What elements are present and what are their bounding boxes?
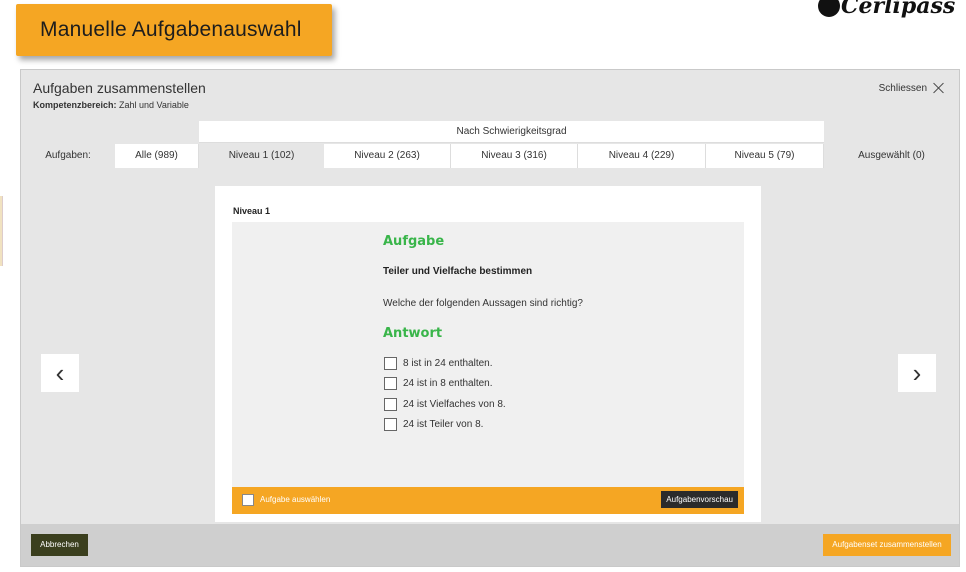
close-button[interactable]: Schliessen <box>879 82 945 94</box>
build-set-button[interactable]: Aufgabenset zusammenstellen <box>823 534 951 556</box>
dialog-title: Aufgaben zusammenstellen <box>33 80 206 96</box>
subtitle-value: Zahl und Variable <box>119 100 189 110</box>
subtitle-label: Kompetenzbereich: <box>33 100 117 110</box>
task-card: Niveau 1 Aufgabe Teiler und Vielfache be… <box>215 186 761 522</box>
brand-logo: Cerlipass <box>818 0 955 20</box>
filter-label: Aufgaben: <box>21 144 115 168</box>
tab-alle[interactable]: Alle (989) <box>115 144 199 168</box>
tab-niveau-4[interactable]: Niveau 4 (229) <box>578 144 706 168</box>
answer-label: 24 ist Vielfaches von 8. <box>403 399 506 410</box>
tab-niveau-1[interactable]: Niveau 1 (102) <box>199 144 324 168</box>
answer-option: 24 ist in 8 enthalten. <box>384 377 493 390</box>
answer-checkbox[interactable] <box>384 357 397 370</box>
tab-niveau-5[interactable]: Niveau 5 (79) <box>706 144 824 168</box>
dialog-subtitle: Kompetenzbereich: Zahl und Variable <box>33 100 189 110</box>
task-level: Niveau 1 <box>233 206 271 216</box>
dialog-footer: Abbrechen Aufgabenset zusammenstellen <box>21 524 959 566</box>
select-task-label: Aufgabe auswählen <box>260 495 331 504</box>
tab-niveau-3[interactable]: Niveau 3 (316) <box>451 144 578 168</box>
answer-option: 24 ist Vielfaches von 8. <box>384 398 506 411</box>
preview-button[interactable]: Aufgabenvorschau <box>661 491 738 508</box>
tab-ausgewaehlt[interactable]: Ausgewählt (0) <box>824 144 959 168</box>
tab-niveau-2[interactable]: Niveau 2 (263) <box>324 144 451 168</box>
task-title: Teiler und Vielfache bestimmen <box>383 266 533 277</box>
chevron-right-icon: › <box>912 357 922 388</box>
banner-title: Manuelle Aufgabenauswahl <box>40 18 302 41</box>
answer-heading: Antwort <box>383 326 443 341</box>
answer-label: 24 ist Teiler von 8. <box>403 419 484 430</box>
screen: Manuelle Aufgabenauswahl Cerlipass Aufga… <box>0 0 966 572</box>
prev-arrow-button[interactable]: ‹ <box>41 354 79 392</box>
background-panel-edge <box>0 196 3 266</box>
answer-option: 24 ist Teiler von 8. <box>384 418 483 431</box>
dialog-window: Aufgaben zusammenstellen Kompetenzbereic… <box>20 69 960 567</box>
answer-checkbox[interactable] <box>384 377 397 390</box>
close-label: Schliessen <box>878 82 927 94</box>
task-carousel: ‹ › Niveau 1 Aufgabe Teiler und Vielfach… <box>21 168 959 524</box>
chevron-left-icon: ‹ <box>55 357 65 388</box>
cancel-button[interactable]: Abbrechen <box>31 534 88 556</box>
answer-option: 8 ist in 24 enthalten. <box>384 357 493 370</box>
close-icon <box>933 82 945 94</box>
task-select-bar: Aufgabe auswählen Aufgabenvorschau <box>232 487 744 514</box>
select-task-checkbox[interactable] <box>242 494 254 506</box>
filter-tabs: Aufgaben: Alle (989) Niveau 1 (102) Nive… <box>21 144 959 168</box>
next-arrow-button[interactable]: › <box>898 354 936 392</box>
task-question: Welche der folgenden Aussagen sind richt… <box>383 298 583 309</box>
logo-text: Cerlipass <box>841 0 956 19</box>
logo-mark-icon <box>818 0 840 17</box>
task-heading: Aufgabe <box>383 234 445 249</box>
answer-label: 8 ist in 24 enthalten. <box>403 358 493 369</box>
answer-label: 24 ist in 8 enthalten. <box>403 378 493 389</box>
difficulty-header: Nach Schwierigkeitsgrad <box>199 121 824 143</box>
answer-checkbox[interactable] <box>384 398 397 411</box>
answer-checkbox[interactable] <box>384 418 397 431</box>
page-banner: Manuelle Aufgabenauswahl <box>16 4 332 56</box>
task-preview: Aufgabe Teiler und Vielfache bestimmen W… <box>232 222 744 488</box>
